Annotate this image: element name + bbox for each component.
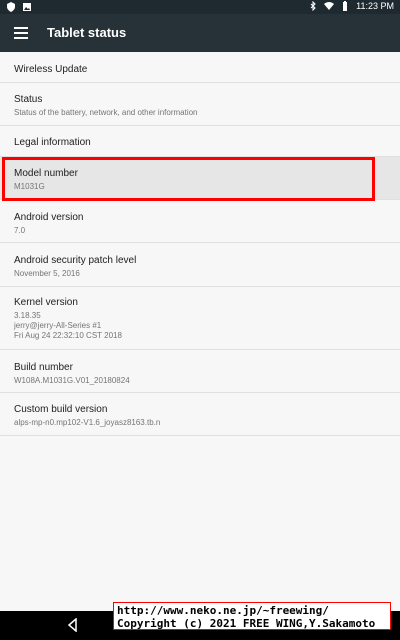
list-item-status[interactable]: Status Status of the battery, network, a…	[0, 83, 400, 126]
status-time: 11:23 PM	[356, 1, 394, 11]
list-item-subtitle: W108A.M1031G.V01_20180824	[14, 376, 130, 385]
battery-icon	[343, 1, 348, 11]
shield-icon	[7, 2, 15, 12]
list-item-title: Status	[14, 94, 43, 105]
list-item-custom-build[interactable]: Custom build version alps-mp-n0.mp102-V1…	[0, 393, 400, 436]
list-item-kernel-version[interactable]: Kernel version 3.18.35 jerry@jerry-All-S…	[0, 287, 400, 350]
wifi-icon	[324, 2, 335, 10]
list-item-title: Wireless Update	[14, 64, 88, 75]
list-item-title: Model number	[14, 168, 78, 179]
list-item-subtitle: Status of the battery, network, and othe…	[14, 108, 198, 117]
list-item-wireless-update[interactable]: Wireless Update	[0, 52, 400, 83]
list-item-title: Android version	[14, 212, 84, 223]
menu-icon[interactable]	[14, 27, 28, 39]
list-item-subtitle: 3.18.35 jerry@jerry-All-Series #1 Fri Au…	[14, 311, 122, 340]
list-item-subtitle: 7.0	[14, 226, 26, 235]
list-item-android-version[interactable]: Android version 7.0	[0, 200, 400, 243]
list-item-title: Build number	[14, 362, 73, 373]
overlay-url: http://www.neko.ne.jp/~freewing/	[117, 604, 329, 617]
list-item-build-number[interactable]: Build number W108A.M1031G.V01_20180824	[0, 350, 400, 393]
status-bar: 11:23 PM	[0, 0, 400, 14]
bluetooth-icon	[310, 1, 316, 11]
list-item-title: Kernel version	[14, 297, 78, 308]
settings-list: Wireless Update Status Status of the bat…	[0, 52, 400, 436]
list-item-subtitle: alps-mp-n0.mp102-V1.6_joyasz8163.tb.n	[14, 418, 161, 427]
back-icon[interactable]	[66, 618, 80, 632]
list-item-title: Android security patch level	[14, 255, 137, 266]
list-item-security-patch[interactable]: Android security patch level November 5,…	[0, 243, 400, 287]
list-item-title: Legal information	[14, 137, 91, 148]
page-title: Tablet status	[47, 25, 127, 40]
image-icon	[23, 3, 31, 11]
list-item-title: Custom build version	[14, 404, 108, 415]
app-bar: Tablet status	[0, 14, 400, 52]
list-item-subtitle: M1031G	[14, 182, 45, 191]
list-item-legal[interactable]: Legal information	[0, 126, 400, 157]
list-item-subtitle: November 5, 2016	[14, 269, 80, 278]
copyright-overlay: http://www.neko.ne.jp/~freewing/ Copyrig…	[113, 602, 391, 630]
list-item-model-number[interactable]: Model number M1031G	[0, 157, 400, 200]
overlay-copyright: Copyright (c) 2021 FREE WING,Y.Sakamoto	[117, 617, 376, 630]
